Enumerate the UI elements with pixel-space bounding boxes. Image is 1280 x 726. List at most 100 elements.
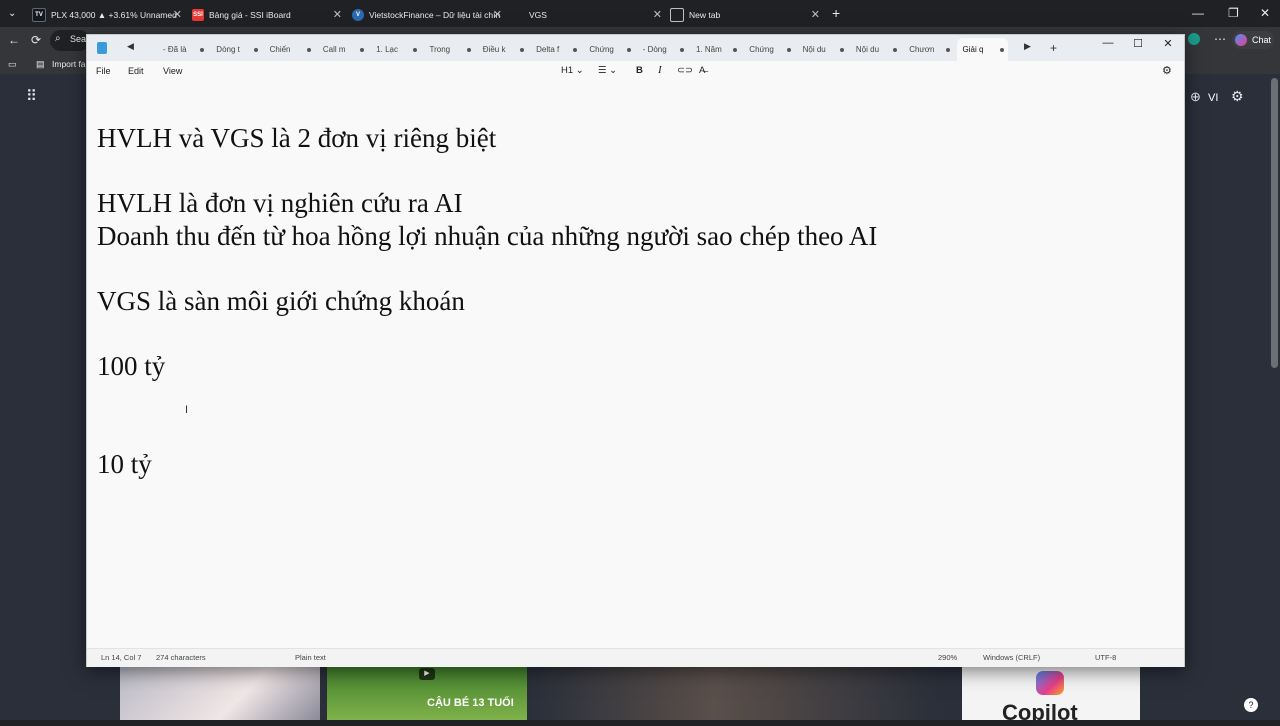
bookmark-import[interactable]: Import fa xyxy=(52,59,86,69)
extension-icon[interactable] xyxy=(1188,33,1200,45)
vietstock-icon: V xyxy=(352,9,364,21)
browser-tab-title: Bảng giá - SSI iBoard xyxy=(209,10,291,20)
notepad-tab[interactable]: Delta f xyxy=(530,38,581,61)
notepad-tab[interactable]: 1. Lạc xyxy=(370,38,421,61)
notepad-tab[interactable]: 1. Năm xyxy=(690,38,741,61)
browser-tab-newtab[interactable]: New tab ✕ xyxy=(670,4,820,26)
copilot-promo-text: Copilot xyxy=(1002,700,1078,725)
news-thumbnail[interactable] xyxy=(530,665,940,720)
close-window-icon[interactable]: ✕ xyxy=(1260,6,1270,20)
menu-edit[interactable]: Edit xyxy=(128,66,144,76)
close-tab-icon[interactable]: ✕ xyxy=(493,8,502,21)
notepad-tab-active[interactable]: Giải q xyxy=(956,38,1008,61)
clear-formatting-icon[interactable]: A̶ xyxy=(699,65,705,76)
heading-dropdown[interactable]: H1 ⌄ xyxy=(561,65,584,76)
notepad-tab-label: Điều k xyxy=(482,45,506,54)
restore-icon[interactable]: ❐ xyxy=(1228,6,1239,20)
italic-icon[interactable]: I xyxy=(658,64,662,76)
zoom-level[interactable]: 290% xyxy=(938,653,957,662)
notepad-tab[interactable]: Điều k xyxy=(477,38,528,61)
notepad-tab[interactable]: Dòng t xyxy=(210,38,261,61)
status-bar: Ln 14, Col 7 274 characters Plain text 2… xyxy=(87,648,1184,667)
help-icon[interactable]: ? xyxy=(1244,698,1258,712)
news-thumbnail[interactable] xyxy=(120,665,320,720)
notepad-tab-label: 1. Năm xyxy=(696,45,722,54)
browser-tab-title: VietstockFinance – Dữ liệu tài chín xyxy=(369,10,501,20)
notepad-tab[interactable]: Nội du xyxy=(850,38,901,61)
unsaved-dot-icon xyxy=(786,48,791,52)
notepad-tab[interactable]: - Đã là xyxy=(157,38,208,61)
new-tab-plus-icon[interactable]: + xyxy=(1050,41,1057,55)
close-window-icon[interactable]: ✕ xyxy=(1153,37,1183,50)
link-icon[interactable]: ⊂⊃ xyxy=(677,65,693,76)
text-cursor-icon: I xyxy=(185,404,189,416)
close-tab-icon[interactable]: ✕ xyxy=(653,8,662,21)
unsaved-dot-icon xyxy=(520,48,525,52)
notepad-tab[interactable]: Chươn xyxy=(903,38,954,61)
notepad-tab[interactable]: Call m xyxy=(317,38,368,61)
new-tab-plus-icon[interactable]: + xyxy=(832,6,840,20)
notepad-tab-label: Chứng xyxy=(749,45,774,54)
notepad-tab-label: Dòng t xyxy=(216,45,240,54)
unsaved-dot-icon xyxy=(466,48,471,52)
chat-button[interactable]: Chat xyxy=(1232,31,1274,49)
close-tab-icon[interactable]: ✕ xyxy=(173,8,182,21)
play-icon: ▶ xyxy=(419,668,435,680)
search-icon: ⌕ xyxy=(55,33,61,44)
notepad-window: ◀ - Đã là Dòng t Chiến Call m 1. Lạc Trong Điề… xyxy=(86,34,1185,667)
news-thumbnail-video[interactable]: ▶ CẬU BÉ 13 TUỔI xyxy=(327,665,527,720)
reading-list-icon[interactable]: ▭ xyxy=(8,57,17,71)
line-ending[interactable]: Windows (CRLF) xyxy=(983,653,1040,662)
minimize-icon[interactable]: — xyxy=(1093,37,1123,49)
unsaved-dot-icon xyxy=(573,48,578,52)
notepad-tab-label: 1. Lạc xyxy=(376,45,398,54)
unsaved-dot-icon xyxy=(893,48,898,52)
browser-tab-title: New tab xyxy=(689,10,721,20)
scroll-tabs-right-icon[interactable]: ▶ xyxy=(1024,41,1031,52)
scroll-tabs-left-icon[interactable]: ◀ xyxy=(127,41,134,52)
unsaved-dot-icon xyxy=(253,48,258,52)
close-tab-icon[interactable]: ✕ xyxy=(333,8,342,21)
settings-gear-icon[interactable]: ⚙ xyxy=(1162,64,1172,77)
menu-view[interactable]: View xyxy=(163,66,182,76)
maximize-icon[interactable]: ☐ xyxy=(1123,37,1153,50)
apps-grid-icon[interactable]: ⠿ xyxy=(26,89,37,104)
notepad-tab-label: Chứng xyxy=(589,45,614,54)
minimize-icon[interactable]: — xyxy=(1192,6,1204,20)
browser-tab-ssi[interactable]: SSI Bảng giá - SSI iBoard ✕ xyxy=(192,4,342,26)
list-dropdown-icon[interactable]: ☰ ⌄ xyxy=(598,65,617,76)
notepad-tab[interactable]: Trong xyxy=(424,38,475,61)
notepad-tab[interactable]: Chứng xyxy=(583,38,634,61)
globe-icon[interactable]: ⊕ xyxy=(1190,90,1201,104)
address-bar[interactable]: ⌕ Sea xyxy=(50,30,90,51)
browser-tab-strip: ⌄ TV PLX 43,000 ▲ +3.61% Unnamed ✕ SSI B… xyxy=(0,0,1280,27)
back-icon[interactable]: ← xyxy=(8,33,20,47)
document-editor[interactable]: HVLH và VGS là 2 đơn vị riêng biệt HVLH … xyxy=(87,81,1184,645)
format-mode[interactable]: Plain text xyxy=(295,653,326,662)
copilot-logo-icon xyxy=(1036,671,1064,695)
character-count: 274 characters xyxy=(156,653,206,662)
page-scrollbar[interactable] xyxy=(1271,78,1278,368)
browser-tab-vietstock[interactable]: V VietstockFinance – Dữ liệu tài chín ✕ xyxy=(352,4,502,26)
reload-icon[interactable]: ⟳ xyxy=(31,33,41,47)
cursor-position: Ln 14, Col 7 xyxy=(101,653,142,662)
notepad-tab[interactable]: Chứng xyxy=(743,38,794,61)
notepad-tab[interactable]: - Dòng xyxy=(637,38,688,61)
notepad-tab[interactable]: Nội du xyxy=(797,38,848,61)
notepad-tab-label: Giải q xyxy=(962,45,984,54)
close-tab-icon[interactable]: ✕ xyxy=(811,8,820,21)
browser-tab-tradingview[interactable]: TV PLX 43,000 ▲ +3.61% Unnamed ✕ xyxy=(32,4,182,26)
more-menu-icon[interactable]: ⋯ xyxy=(1214,32,1226,46)
tab-list-chevron-icon[interactable]: ⌄ xyxy=(8,7,16,21)
settings-gear-icon[interactable]: ⚙ xyxy=(1231,89,1244,103)
notepad-tab[interactable]: Chiến xyxy=(264,38,315,61)
menu-file[interactable]: File xyxy=(96,66,111,76)
browser-tab-vgs[interactable]: VGS ✕ xyxy=(512,4,662,26)
unsaved-dot-icon xyxy=(306,48,311,52)
encoding[interactable]: UTF-8 xyxy=(1095,653,1116,662)
copilot-promo[interactable]: Copilot xyxy=(962,665,1140,725)
notepad-tab-label: Call m xyxy=(322,45,346,54)
language-label[interactable]: VI xyxy=(1208,92,1218,104)
bold-icon[interactable]: B xyxy=(636,65,643,76)
document-line: HVLH và VGS là 2 đơn vị riêng biệt xyxy=(97,123,497,153)
